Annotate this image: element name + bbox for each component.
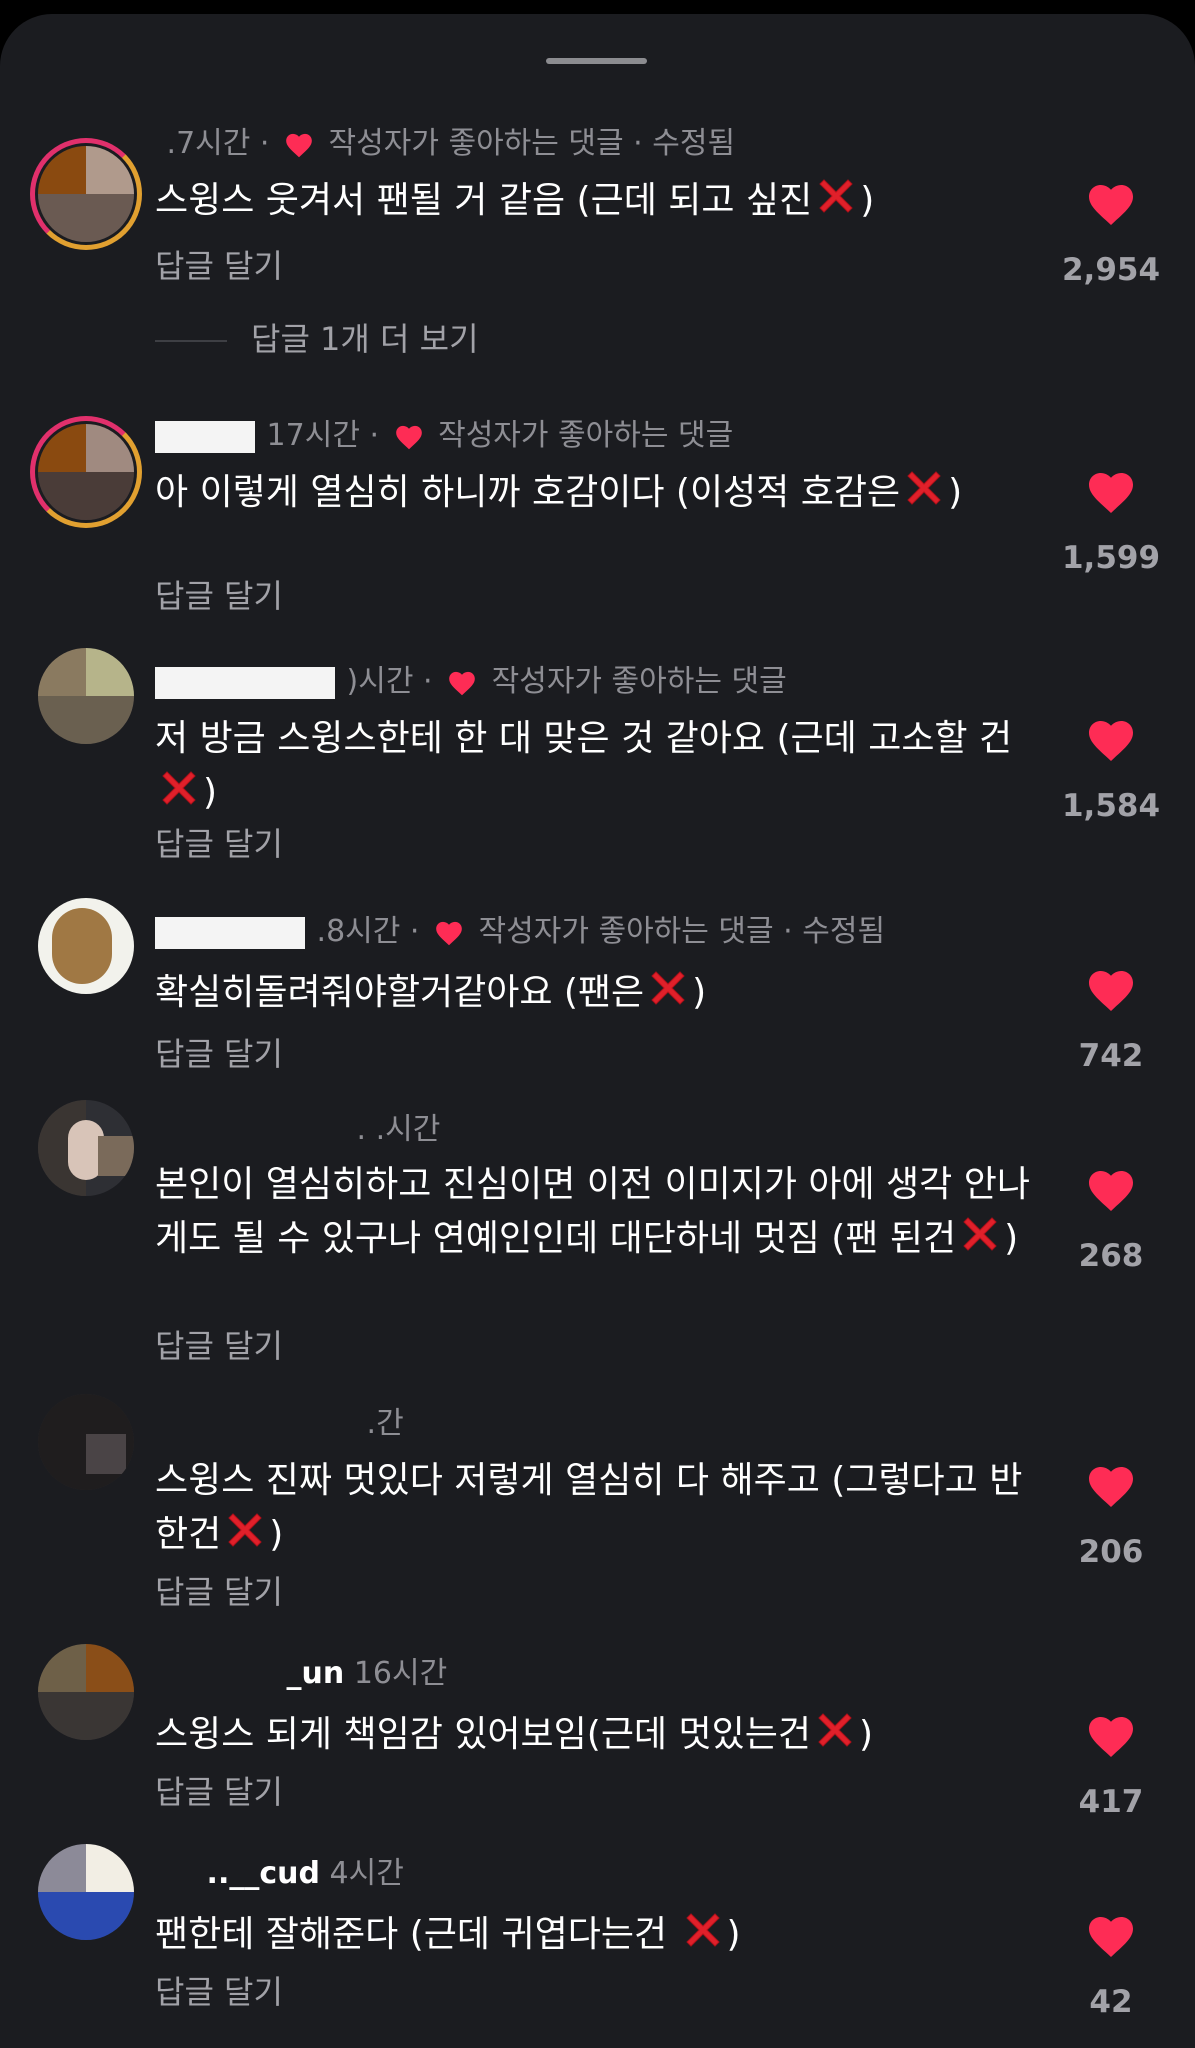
heart-icon bbox=[1087, 1914, 1135, 1958]
like-count: 417 bbox=[1078, 1784, 1144, 1820]
edited-label: 수정됨 bbox=[652, 126, 736, 161]
like-button[interactable]: 2,954 bbox=[1060, 182, 1162, 288]
reply-button[interactable]: 답글 달기 bbox=[155, 576, 283, 616]
reply-button[interactable]: 답글 달기 bbox=[155, 1572, 283, 1612]
comment-meta: .8시간 · 작성자가 좋아하는 댓글 · 수정됨 bbox=[155, 912, 885, 952]
heart-icon bbox=[1087, 182, 1135, 226]
comment-text: 스윙스 되게 책임감 있어보임(근데 멋있는건) bbox=[155, 1706, 1035, 1760]
like-button[interactable]: 268 bbox=[1060, 1168, 1162, 1274]
heart-icon bbox=[448, 670, 476, 696]
red-x-icon bbox=[900, 464, 948, 512]
like-count: 1,599 bbox=[1061, 540, 1161, 576]
comment-meta: _un 16시간 bbox=[155, 1654, 448, 1694]
comment-meta: .간 bbox=[155, 1404, 404, 1444]
comment-time: . .시간 bbox=[356, 1112, 441, 1147]
like-count: 742 bbox=[1078, 1038, 1144, 1074]
red-x-icon bbox=[644, 964, 692, 1012]
divider bbox=[155, 340, 227, 342]
heart-icon bbox=[285, 132, 313, 158]
red-x-icon bbox=[811, 1706, 859, 1754]
avatar[interactable] bbox=[38, 1844, 134, 1940]
comment-text: 저 방금 스윙스한테 한 대 맞은 것 같아요 (근데 고소할 건) bbox=[155, 718, 1013, 813]
avatar[interactable] bbox=[38, 1100, 134, 1196]
avatar[interactable] bbox=[38, 146, 134, 242]
avatar[interactable] bbox=[38, 648, 134, 744]
reply-button[interactable]: 답글 달기 bbox=[155, 246, 283, 286]
drag-handle[interactable] bbox=[546, 58, 647, 64]
reply-button[interactable]: 답글 달기 bbox=[155, 1326, 283, 1366]
comment-time: .7시간 bbox=[166, 126, 251, 161]
like-button[interactable]: 206 bbox=[1060, 1464, 1162, 1570]
red-x-icon bbox=[155, 764, 203, 812]
comment-time: 4시간 bbox=[329, 1856, 404, 1891]
author-liked-label: 작성자가 좋아하는 댓글 bbox=[438, 418, 734, 453]
comment-username[interactable]: _un bbox=[287, 1656, 345, 1691]
reply-button[interactable]: 답글 달기 bbox=[155, 1034, 283, 1074]
comment-time: )시간 bbox=[346, 664, 414, 699]
heart-icon bbox=[1087, 718, 1135, 762]
heart-icon bbox=[435, 920, 463, 946]
red-x-icon bbox=[679, 1906, 727, 1954]
comment-text: 스윙스 웃겨서 팬될 거 같음 (근데 되고 싶진) bbox=[155, 172, 1035, 226]
red-x-icon bbox=[956, 1210, 1004, 1258]
comment-meta: 17시간 · 작성자가 좋아하는 댓글 bbox=[155, 416, 733, 456]
like-count: 1,584 bbox=[1061, 788, 1161, 824]
comment-username[interactable]: ..__cud bbox=[207, 1856, 320, 1891]
like-count: 42 bbox=[1089, 1984, 1133, 2020]
author-liked-label: 작성자가 좋아하는 댓글 bbox=[328, 126, 624, 161]
comment-time: .간 bbox=[366, 1406, 404, 1441]
comment-meta: ..__cud 4시간 bbox=[155, 1854, 404, 1894]
heart-icon bbox=[1087, 968, 1135, 1012]
comment-text: 아 이렇게 열심히 하니까 호감이다 (이성적 호감은) bbox=[155, 464, 1035, 518]
author-liked-label: 작성자가 좋아하는 댓글 bbox=[491, 664, 787, 699]
like-button[interactable]: 1,599 bbox=[1060, 470, 1162, 576]
author-liked-label: 작성자가 좋아하는 댓글 bbox=[478, 914, 774, 949]
like-count: 206 bbox=[1078, 1534, 1144, 1570]
comment-meta: .7시간 · 작성자가 좋아하는 댓글 · 수정됨 bbox=[166, 126, 736, 161]
red-x-icon bbox=[812, 172, 860, 220]
reply-button[interactable]: 답글 달기 bbox=[155, 824, 283, 864]
like-button[interactable]: 742 bbox=[1060, 968, 1162, 1074]
reply-button[interactable]: 답글 달기 bbox=[155, 1772, 283, 1812]
edited-label: 수정됨 bbox=[802, 914, 886, 949]
avatar[interactable] bbox=[38, 1644, 134, 1740]
comment-time: 16시간 bbox=[353, 1656, 448, 1691]
comment-time: .8시간 bbox=[316, 914, 401, 949]
comment-text: 본인이 열심히하고 진심이면 이전 이미지가 아에 생각 안나게도 될 수 있구… bbox=[155, 1164, 1030, 1259]
like-button[interactable]: 417 bbox=[1060, 1714, 1162, 1820]
heart-icon bbox=[395, 424, 423, 450]
comment-time: 17시간 bbox=[266, 418, 360, 453]
like-button[interactable]: 1,584 bbox=[1060, 718, 1162, 824]
view-more-replies[interactable]: 답글 1개 더 보기 bbox=[155, 314, 479, 360]
comment-text: 확실히돌려줘야할거같아요 (팬은) bbox=[155, 964, 1035, 1018]
avatar[interactable] bbox=[38, 1394, 134, 1490]
reply-button[interactable]: 답글 달기 bbox=[155, 1972, 283, 2012]
comment-meta: )시간 · 작성자가 좋아하는 댓글 bbox=[155, 662, 787, 702]
heart-icon bbox=[1087, 1464, 1135, 1508]
like-button[interactable]: 42 bbox=[1060, 1914, 1162, 2020]
avatar[interactable] bbox=[38, 424, 134, 520]
heart-icon bbox=[1087, 470, 1135, 514]
comment-text: 팬한테 잘해준다 (근데 귀엽다는건 ) bbox=[155, 1906, 1035, 1960]
like-count: 268 bbox=[1078, 1238, 1144, 1274]
like-count: 2,954 bbox=[1061, 252, 1161, 288]
heart-icon bbox=[1087, 1168, 1135, 1212]
comments-sheet: .7시간 · 작성자가 좋아하는 댓글 · 수정됨 스윙스 웃겨서 팬될 거 같… bbox=[0, 14, 1195, 2048]
avatar[interactable] bbox=[38, 898, 134, 994]
heart-icon bbox=[1087, 1714, 1135, 1758]
comment-meta: . .시간 bbox=[155, 1110, 441, 1150]
red-x-icon bbox=[221, 1506, 269, 1554]
comment-text: 스윙스 진짜 멋있다 저렇게 열심히 다 해주고 (그렇다고 반한건) bbox=[155, 1460, 1023, 1555]
